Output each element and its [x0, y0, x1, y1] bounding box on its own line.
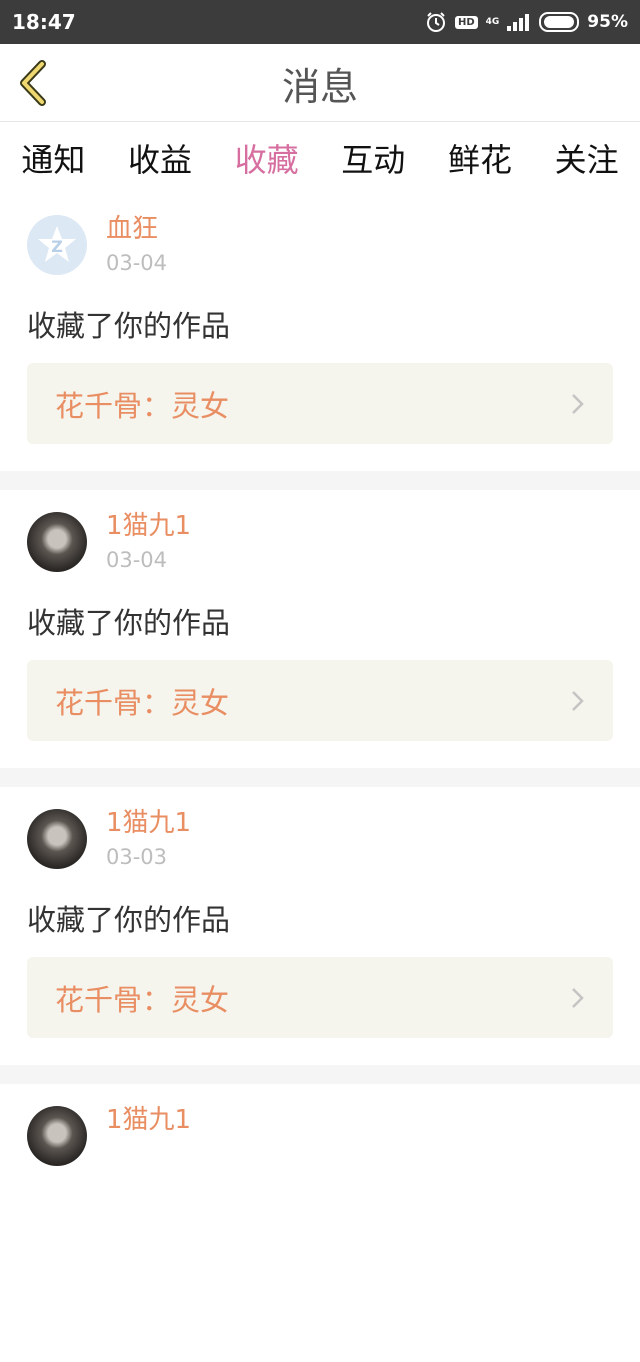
- username[interactable]: 1猫九1: [106, 1102, 191, 1138]
- work-link[interactable]: 花千骨：灵女: [27, 957, 613, 1038]
- network-label: 4G: [485, 16, 500, 27]
- action-text: 收藏了你的作品: [27, 903, 231, 937]
- tab-favorites[interactable]: 收藏: [231, 135, 303, 205]
- tab-label: 关注: [554, 141, 619, 179]
- app-header: 消息: [0, 44, 640, 122]
- qq-default-avatar-icon: Z: [38, 226, 76, 262]
- tab-notifications[interactable]: 通知: [17, 135, 89, 181]
- message-date: 03-04: [106, 251, 168, 275]
- message-date: 03-04: [106, 548, 168, 572]
- username[interactable]: 血狂: [106, 211, 167, 247]
- tab-bar: 通知 收益 收藏 互动 鲜花 关注: [0, 123, 640, 205]
- tab-label: 鲜花: [447, 141, 512, 179]
- avatar[interactable]: Z: [27, 215, 87, 275]
- hd-badge: HD: [454, 15, 478, 29]
- tab-flowers[interactable]: 鲜花: [444, 135, 516, 181]
- tab-label: 互动: [341, 141, 406, 179]
- status-icons: HD 4G 95%: [425, 11, 628, 33]
- user-row: Z 血狂 03-04: [27, 211, 613, 275]
- chevron-right-icon: [572, 987, 584, 1008]
- battery-fill: [544, 16, 575, 28]
- work-link[interactable]: 花千骨：灵女: [27, 363, 613, 444]
- divider: [0, 471, 640, 490]
- avatar[interactable]: [27, 512, 87, 572]
- message-item: 1猫九1 03-03 收藏了你的作品 花千骨：灵女: [0, 787, 640, 1065]
- user-meta: 1猫九1 03-03: [106, 805, 191, 869]
- user-row: 1猫九1: [27, 1102, 613, 1166]
- user-meta: 1猫九1 03-04: [106, 508, 191, 572]
- divider: [0, 1065, 640, 1084]
- tab-label: 收藏: [234, 141, 299, 179]
- message-item: Z 血狂 03-04 收藏了你的作品 花千骨：灵女: [0, 193, 640, 471]
- tab-interactions[interactable]: 互动: [337, 135, 409, 181]
- tab-follows[interactable]: 关注: [551, 135, 623, 181]
- battery-percent: 95%: [587, 12, 628, 32]
- message-list: Z 血狂 03-04 收藏了你的作品 花千骨：灵女 1猫九1 03-04 收藏了…: [0, 193, 640, 1362]
- avatar[interactable]: [27, 809, 87, 869]
- divider: [0, 768, 640, 787]
- network-type: 4G: [485, 16, 500, 27]
- message-date: 03-03: [106, 845, 168, 869]
- tab-label: 收益: [127, 141, 192, 179]
- work-title: 花千骨：灵女: [55, 388, 230, 423]
- username[interactable]: 1猫九1: [106, 805, 191, 841]
- alarm-icon: [425, 11, 447, 33]
- avatar[interactable]: [27, 1106, 87, 1166]
- user-row: 1猫九1 03-04: [27, 508, 613, 572]
- work-title: 花千骨：灵女: [55, 685, 230, 720]
- action-text: 收藏了你的作品: [27, 606, 231, 640]
- chevron-right-icon: [572, 690, 584, 711]
- work-link[interactable]: 花千骨：灵女: [27, 660, 613, 741]
- action-text: 收藏了你的作品: [27, 309, 231, 343]
- message-item: 1猫九1 03-04 收藏了你的作品 花千骨：灵女: [0, 490, 640, 768]
- user-meta: 1猫九1: [106, 1102, 191, 1138]
- username[interactable]: 1猫九1: [106, 508, 191, 544]
- work-title: 花千骨：灵女: [55, 982, 230, 1017]
- svg-text:Z: Z: [51, 237, 63, 256]
- status-time: 18:47: [12, 10, 76, 34]
- page-title: 消息: [281, 64, 358, 109]
- battery-icon: [539, 12, 580, 32]
- user-row: 1猫九1 03-03: [27, 805, 613, 869]
- tab-label: 通知: [21, 141, 86, 179]
- status-bar: 18:47 HD 4G 95%: [0, 0, 640, 44]
- message-item: 1猫九1: [0, 1084, 640, 1362]
- tab-earnings[interactable]: 收益: [124, 135, 196, 181]
- user-meta: 血狂 03-04: [106, 211, 167, 275]
- signal-icon: [507, 13, 531, 31]
- chevron-right-icon: [572, 393, 584, 414]
